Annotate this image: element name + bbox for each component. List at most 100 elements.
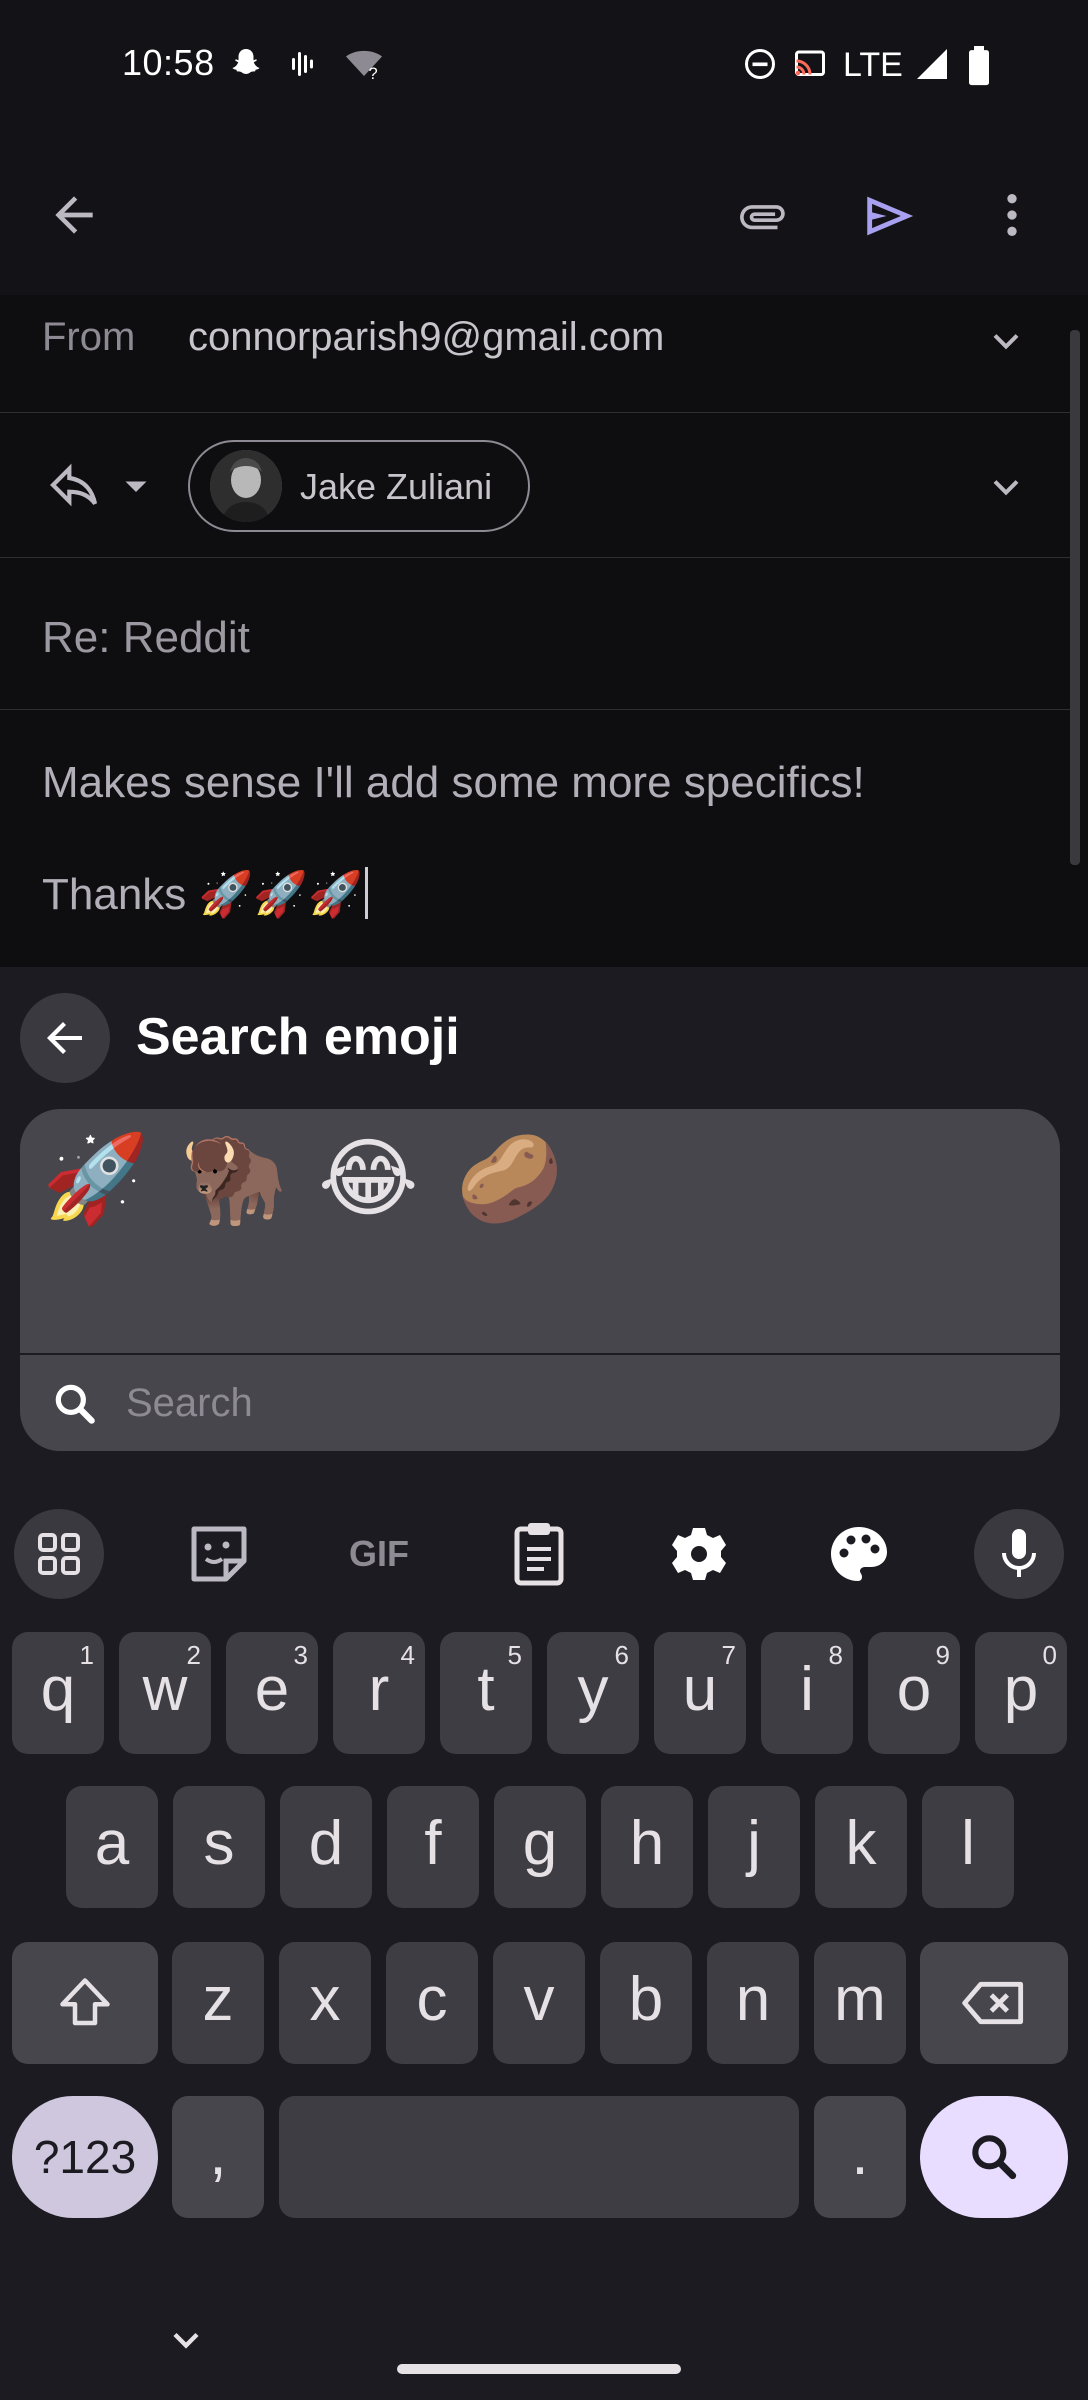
svg-text:?: ? (369, 65, 378, 82)
more-vert-icon[interactable] (984, 187, 1040, 243)
key-l[interactable]: l (922, 1786, 1014, 1908)
body-line-1[interactable]: Makes sense I'll add some more specifics… (42, 758, 865, 808)
scrollbar[interactable] (1070, 330, 1080, 865)
key-c[interactable]: c (386, 1942, 478, 2064)
key-z[interactable]: z (172, 1942, 264, 2064)
key-i[interactable]: i8 (761, 1632, 853, 1754)
key-label: n (735, 1965, 771, 2034)
key-e[interactable]: e3 (226, 1632, 318, 1754)
key-label: c (416, 1965, 448, 2034)
compose-form: From connorparish9@gmail.com Jake Zulian… (0, 295, 1088, 967)
space-key[interactable] (279, 2096, 799, 2218)
key-label: g (522, 1809, 558, 1878)
period-key[interactable]: . (814, 2096, 906, 2218)
shift-icon (60, 1978, 110, 2026)
key-a[interactable]: a (66, 1786, 158, 1908)
subject-field[interactable]: Re: Reddit (42, 613, 250, 663)
chevron-down-icon[interactable] (984, 465, 1028, 509)
text-cursor (364, 867, 368, 919)
key-hint: 0 (1042, 1640, 1057, 1670)
search-placeholder: Search (126, 1381, 253, 1425)
search-icon (50, 1379, 100, 1429)
key-q[interactable]: q1 (12, 1632, 104, 1754)
reply-dropdown-icon[interactable] (118, 471, 154, 501)
key-w[interactable]: w2 (119, 1632, 211, 1754)
key-t[interactable]: t5 (440, 1632, 532, 1754)
mic-icon[interactable] (974, 1509, 1064, 1599)
status-time: 10:58 (122, 42, 215, 83)
emoji-search-input[interactable]: Search (20, 1357, 1060, 1451)
cast-icon (790, 46, 826, 82)
settings-icon[interactable] (644, 1509, 754, 1599)
key-j[interactable]: j (708, 1786, 800, 1908)
key-hint: 8 (828, 1640, 843, 1670)
emoji-rocket[interactable]: 🚀 (42, 1129, 149, 1229)
snapchat-icon (228, 46, 264, 82)
search-icon (972, 2135, 1017, 2180)
clipboard-icon[interactable] (484, 1509, 594, 1599)
emoji-bison[interactable]: 🦬 (180, 1129, 287, 1229)
shift-key[interactable] (12, 1942, 158, 2064)
from-row[interactable]: From connorparish9@gmail.com (0, 295, 1070, 413)
key-f[interactable]: f (387, 1786, 479, 1908)
comma-key[interactable]: , (172, 2096, 264, 2218)
recipient-chip[interactable]: Jake Zuliani (188, 440, 530, 532)
key-m[interactable]: m (814, 1942, 906, 2064)
key-hint: 9 (935, 1640, 950, 1670)
voicemail-icon (286, 46, 322, 82)
gif-button[interactable]: GIF (324, 1509, 434, 1599)
key-k[interactable]: k (815, 1786, 907, 1908)
compose-app-bar (0, 135, 1088, 295)
key-p[interactable]: p0 (975, 1632, 1067, 1754)
send-icon[interactable] (860, 187, 916, 243)
key-x[interactable]: x (279, 1942, 371, 2064)
key-v[interactable]: v (493, 1942, 585, 2064)
status-bar: 10:58 ? LTE (0, 0, 1088, 135)
chevron-down-icon[interactable] (984, 319, 1028, 363)
key-d[interactable]: d (280, 1786, 372, 1908)
emoji-results-box: 🚀 🦬 😂 🥔 Search (20, 1109, 1060, 1451)
body-line-2-text: Thanks 🚀🚀🚀 (42, 870, 363, 919)
emoji-back-button[interactable] (20, 993, 110, 1083)
navigation-handle[interactable] (397, 2364, 681, 2374)
key-label: ?123 (33, 2131, 137, 2183)
key-u[interactable]: u7 (654, 1632, 746, 1754)
key-label: b (628, 1965, 664, 2034)
attachment-icon[interactable] (734, 187, 790, 243)
key-label: d (308, 1809, 344, 1878)
key-label: . (851, 2119, 869, 2188)
key-n[interactable]: n (707, 1942, 799, 2064)
from-address[interactable]: connorparish9@gmail.com (188, 315, 664, 360)
key-hint: 7 (721, 1640, 736, 1670)
avatar (210, 450, 282, 522)
key-label: f (424, 1809, 442, 1878)
palette-icon[interactable] (804, 1509, 914, 1599)
hide-keyboard-icon[interactable] (164, 2318, 208, 2362)
search-key[interactable] (920, 2096, 1068, 2218)
key-r[interactable]: r4 (333, 1632, 425, 1754)
key-y[interactable]: y6 (547, 1632, 639, 1754)
backspace-icon (962, 1981, 1024, 2025)
sticker-icon[interactable] (164, 1509, 274, 1599)
key-s[interactable]: s (173, 1786, 265, 1908)
body-line-2[interactable]: Thanks 🚀🚀🚀 (42, 867, 368, 920)
key-label: , (209, 2119, 227, 2188)
key-b[interactable]: b (600, 1942, 692, 2064)
key-hint: 5 (507, 1640, 522, 1670)
back-arrow-icon[interactable] (46, 187, 102, 243)
key-g[interactable]: g (494, 1786, 586, 1908)
reply-icon[interactable] (44, 457, 104, 513)
key-label: h (629, 1809, 665, 1878)
grid-icon[interactable] (14, 1509, 104, 1599)
key-label: z (202, 1965, 234, 2034)
from-label: From (42, 315, 136, 359)
key-label: s (203, 1809, 235, 1878)
emoji-tears-of-joy[interactable]: 😂 (318, 1129, 419, 1229)
key-h[interactable]: h (601, 1786, 693, 1908)
key-label: m (834, 1965, 886, 2034)
backspace-key[interactable] (920, 1942, 1068, 2064)
key-o[interactable]: o9 (868, 1632, 960, 1754)
key-label: k (845, 1809, 877, 1878)
symbols-key[interactable]: ?123 (12, 2096, 158, 2218)
emoji-potato[interactable]: 🥔 (456, 1129, 563, 1229)
